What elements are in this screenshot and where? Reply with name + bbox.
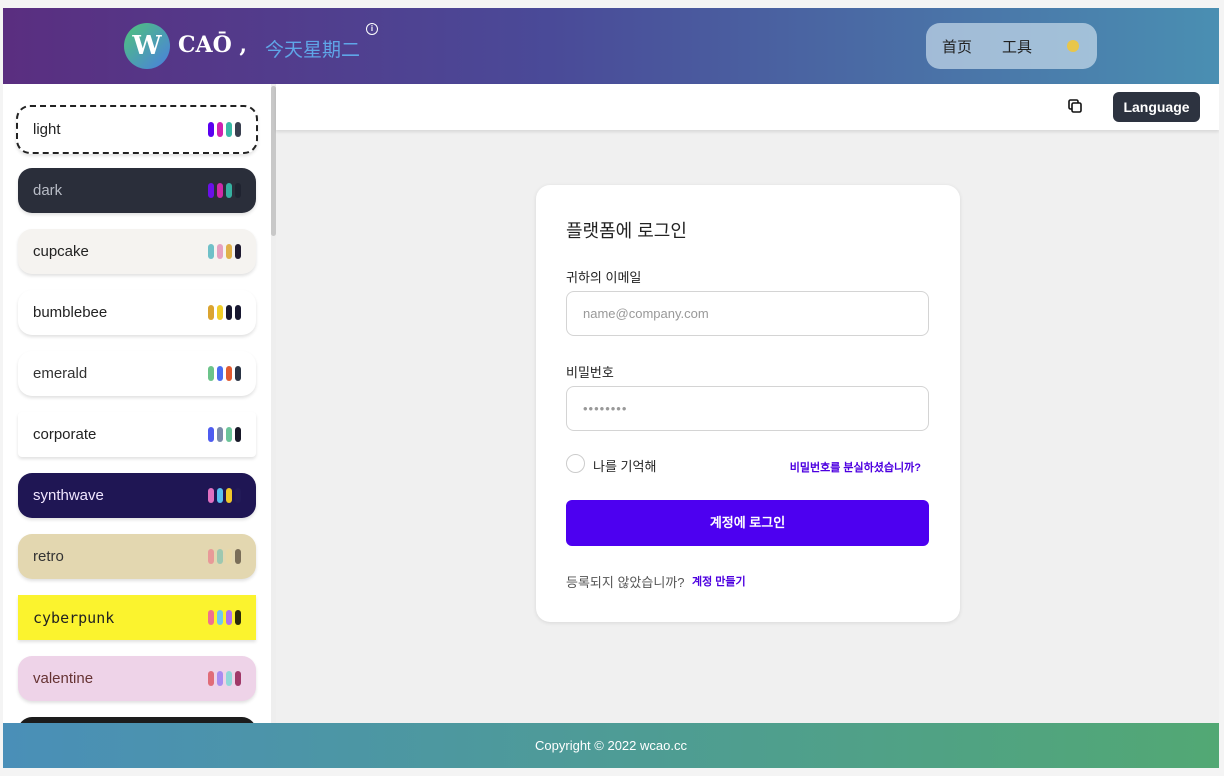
theme-item-cupcake[interactable]: cupcake — [18, 229, 256, 274]
color-swatch — [208, 305, 214, 320]
theme-name: emerald — [33, 365, 87, 382]
theme-item-light[interactable]: light — [16, 105, 258, 154]
app-frame: W CAŌ , 今天星期二 i 首页 工具 light dark cupcake bu… — [3, 8, 1219, 768]
nav-menu: 首页 工具 — [926, 23, 1097, 69]
color-swatch — [235, 427, 241, 442]
remember-label[interactable]: 나를 기억해 — [593, 456, 656, 475]
theme-item-corporate[interactable]: corporate — [18, 412, 256, 457]
color-swatch — [235, 244, 241, 259]
color-swatch — [226, 305, 232, 320]
color-swatch — [226, 122, 232, 137]
color-swatches — [208, 549, 241, 564]
color-swatches — [208, 305, 241, 320]
color-swatch — [235, 610, 241, 625]
theme-item-emerald[interactable]: emerald — [18, 351, 256, 396]
color-swatch — [208, 427, 214, 442]
color-swatches — [208, 427, 241, 442]
brand-name: CAŌ , — [178, 32, 247, 58]
theme-sidebar: light dark cupcake bumblebee emerald corporat… — [3, 84, 276, 723]
login-button[interactable]: 계정에 로그인 — [566, 500, 929, 546]
nav-tools[interactable]: 工具 — [1002, 36, 1032, 57]
color-swatch — [217, 610, 223, 625]
create-account-link[interactable]: 계정 만들기 — [692, 573, 746, 589]
color-swatch — [217, 183, 223, 198]
color-swatch — [226, 549, 232, 564]
email-label: 귀하의 이메일 — [566, 267, 641, 286]
theme-name: light — [33, 121, 61, 138]
color-swatch — [226, 610, 232, 625]
theme-item-valentine[interactable]: valentine — [18, 656, 256, 701]
color-swatch — [235, 183, 241, 198]
color-swatch — [217, 671, 223, 686]
color-swatch — [226, 244, 232, 259]
color-swatch — [208, 183, 214, 198]
color-swatch — [217, 427, 223, 442]
footer: Copyright © 2022 wcao.cc — [3, 723, 1219, 768]
theme-name: bumblebee — [33, 304, 107, 321]
color-swatch — [235, 366, 241, 381]
copy-icon[interactable] — [1068, 99, 1082, 113]
color-swatch — [235, 671, 241, 686]
color-swatch — [226, 488, 232, 503]
color-swatch — [217, 549, 223, 564]
theme-item-cyberpunk[interactable]: cyberpunk — [18, 595, 256, 640]
logo[interactable]: W — [124, 23, 170, 69]
theme-name: retro — [33, 548, 64, 565]
weekday-text: 今天星期二 — [265, 35, 360, 62]
color-swatch — [208, 671, 214, 686]
color-swatch — [217, 488, 223, 503]
not-registered-text: 등록되지 않았습니까? — [566, 572, 684, 591]
copyright-text: Copyright © 2022 wcao.cc — [535, 738, 687, 753]
password-label: 비밀번호 — [566, 362, 614, 381]
theme-name: corporate — [33, 426, 96, 443]
color-swatch — [208, 122, 214, 137]
top-toolbar: Language — [276, 84, 1219, 130]
color-swatch — [235, 549, 241, 564]
theme-item-retro[interactable]: retro — [18, 534, 256, 579]
header: W CAŌ , 今天星期二 i 首页 工具 — [3, 8, 1219, 84]
language-button[interactable]: Language — [1113, 92, 1200, 122]
theme-name: valentine — [33, 670, 93, 687]
color-swatches — [208, 366, 241, 381]
login-title: 플랫폼에 로그인 — [566, 217, 687, 243]
password-input[interactable]: •••••••• — [566, 386, 929, 431]
theme-item-synthwave[interactable]: synthwave — [18, 473, 256, 518]
color-swatch — [208, 366, 214, 381]
color-swatch — [226, 671, 232, 686]
color-swatch — [208, 610, 214, 625]
color-swatch — [217, 122, 223, 137]
forgot-password-link[interactable]: 비밀번호를 분실하셨습니까? — [790, 459, 921, 475]
color-swatch — [226, 366, 232, 381]
color-swatches — [208, 671, 241, 686]
sun-icon[interactable] — [1067, 40, 1079, 52]
theme-name: dark — [33, 182, 62, 199]
color-swatch — [235, 122, 241, 137]
remember-checkbox[interactable] — [566, 454, 585, 473]
theme-item-dark[interactable]: dark — [18, 168, 256, 213]
color-swatches — [208, 122, 241, 137]
color-swatches — [208, 488, 241, 503]
info-icon[interactable]: i — [366, 23, 378, 35]
theme-name: cyberpunk — [33, 609, 114, 627]
theme-name: synthwave — [33, 487, 104, 504]
color-swatches — [208, 610, 241, 625]
color-swatch — [235, 488, 241, 503]
email-input[interactable]: name@company.com — [566, 291, 929, 336]
color-swatch — [217, 244, 223, 259]
color-swatch — [208, 488, 214, 503]
color-swatches — [208, 244, 241, 259]
color-swatch — [226, 183, 232, 198]
nav-home[interactable]: 首页 — [942, 36, 972, 57]
theme-name: cupcake — [33, 243, 89, 260]
login-card: 플랫폼에 로그인 귀하의 이메일 name@company.com 비밀번호 •… — [536, 185, 960, 622]
theme-item-bumblebee[interactable]: bumblebee — [18, 290, 256, 335]
color-swatch — [235, 305, 241, 320]
color-swatch — [217, 366, 223, 381]
color-swatch — [217, 305, 223, 320]
color-swatch — [208, 244, 214, 259]
color-swatches — [208, 183, 241, 198]
color-swatch — [208, 549, 214, 564]
color-swatch — [226, 427, 232, 442]
